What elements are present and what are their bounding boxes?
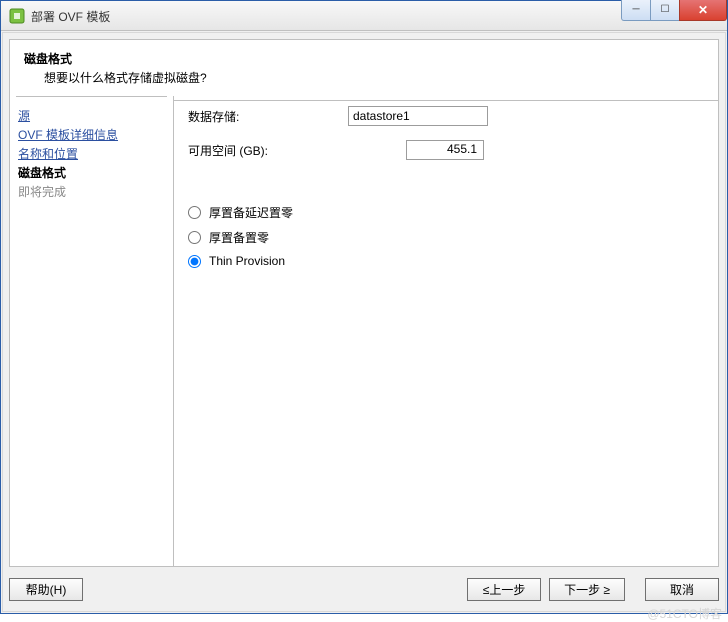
minimize-button[interactable]: ─ bbox=[621, 0, 651, 21]
wizard-sidebar: 源 OVF 模板详细信息 名称和位置 磁盘格式 即将完成 bbox=[10, 96, 174, 566]
radio-thick-lazy[interactable]: 厚置备延迟置零 bbox=[188, 204, 704, 221]
radio-thick-eager[interactable]: 厚置备置零 bbox=[188, 229, 704, 246]
content-inner: 磁盘格式 想要以什么格式存储虚拟磁盘? 源 OVF 模板详细信息 名称和位置 磁… bbox=[9, 39, 719, 567]
sidebar-item-ovf-details[interactable]: OVF 模板详细信息 bbox=[18, 125, 165, 144]
minimize-icon: ─ bbox=[632, 5, 639, 15]
freespace-value: 455.1 bbox=[406, 140, 484, 160]
help-button[interactable]: 帮助(H) bbox=[9, 578, 83, 601]
window-controls: ─ ☐ ✕ bbox=[622, 0, 727, 21]
freespace-row: 可用空间 (GB): 455.1 bbox=[188, 140, 704, 160]
sidebar-item-name-location[interactable]: 名称和位置 bbox=[18, 144, 165, 163]
radio-thin-provision-label: Thin Provision bbox=[209, 254, 285, 268]
titlebar[interactable]: 部署 OVF 模板 ─ ☐ ✕ bbox=[1, 1, 727, 31]
radio-thin-provision[interactable]: Thin Provision bbox=[188, 254, 704, 268]
content-area: 磁盘格式 想要以什么格式存储虚拟磁盘? 源 OVF 模板详细信息 名称和位置 磁… bbox=[2, 32, 726, 612]
radio-thin-provision-input[interactable] bbox=[188, 255, 201, 268]
close-button[interactable]: ✕ bbox=[679, 0, 727, 21]
freespace-label: 可用空间 (GB): bbox=[188, 142, 348, 159]
window-title: 部署 OVF 模板 bbox=[31, 8, 110, 25]
disk-format-radio-group: 厚置备延迟置零 厚置备置零 Thin Provision bbox=[188, 204, 704, 268]
radio-thick-eager-input[interactable] bbox=[188, 231, 201, 244]
radio-thick-eager-label: 厚置备置零 bbox=[209, 229, 269, 246]
datastore-input[interactable] bbox=[348, 106, 488, 126]
app-icon bbox=[9, 8, 25, 24]
page-header: 磁盘格式 想要以什么格式存储虚拟磁盘? bbox=[10, 40, 718, 101]
sidebar-item-source[interactable]: 源 bbox=[18, 106, 165, 125]
sidebar-item-disk-format: 磁盘格式 bbox=[18, 163, 165, 182]
sidebar-item-ready-complete: 即将完成 bbox=[18, 182, 165, 201]
main-panel: 数据存储: 可用空间 (GB): 455.1 厚置备延迟置零 bbox=[174, 96, 718, 566]
body-area: 源 OVF 模板详细信息 名称和位置 磁盘格式 即将完成 数据存储: 可用空间 … bbox=[10, 96, 718, 566]
cancel-button[interactable]: 取消 bbox=[645, 578, 719, 601]
close-icon: ✕ bbox=[698, 4, 708, 16]
radio-thick-lazy-input[interactable] bbox=[188, 206, 201, 219]
page-subtitle: 想要以什么格式存储虚拟磁盘? bbox=[24, 69, 704, 86]
maximize-button[interactable]: ☐ bbox=[650, 0, 680, 21]
button-bar: 帮助(H) ≤上一步 下一步 ≥ 取消 bbox=[9, 573, 719, 605]
next-button[interactable]: 下一步 ≥ bbox=[549, 578, 625, 601]
back-button[interactable]: ≤上一步 bbox=[467, 578, 541, 601]
radio-thick-lazy-label: 厚置备延迟置零 bbox=[209, 204, 293, 221]
maximize-icon: ☐ bbox=[661, 5, 670, 15]
datastore-label: 数据存储: bbox=[188, 108, 348, 125]
datastore-row: 数据存储: bbox=[188, 106, 704, 126]
dialog-window: 部署 OVF 模板 ─ ☐ ✕ 磁盘格式 想要以什么格式存储虚拟磁盘? 源 OV… bbox=[0, 0, 728, 614]
page-title: 磁盘格式 bbox=[24, 50, 704, 67]
